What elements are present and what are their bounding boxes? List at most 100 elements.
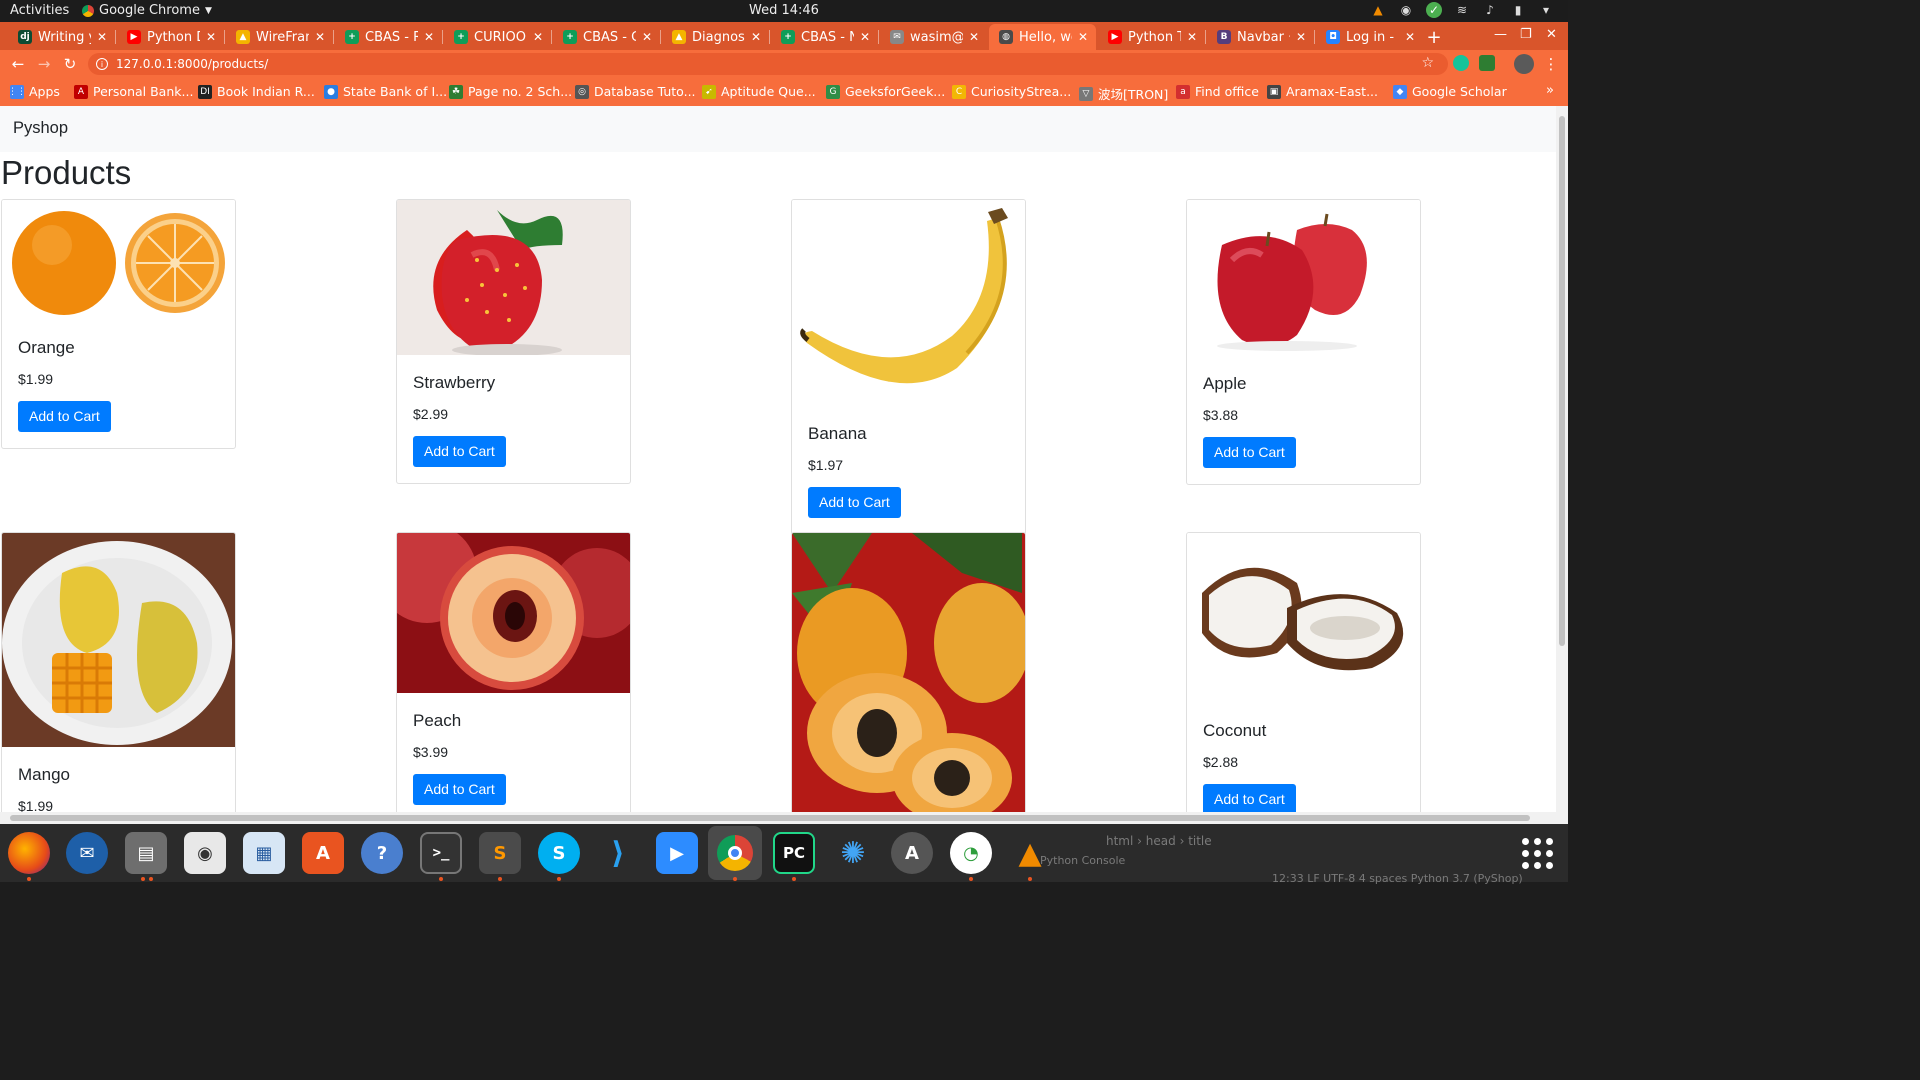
restore-button[interactable]: ❐ — [1520, 27, 1532, 42]
shield-extension-icon[interactable] — [1479, 55, 1495, 71]
rhythmbox-icon[interactable]: ◉ — [184, 832, 226, 874]
clock[interactable]: Wed 14:46 — [0, 3, 1568, 18]
skype-icon[interactable]: S — [538, 832, 580, 874]
grammarly-extension-icon[interactable] — [1453, 55, 1469, 71]
bookmark-star-icon[interactable]: ☆ — [1421, 55, 1434, 71]
update-manager-icon[interactable]: A — [891, 832, 933, 874]
show-applications-icon[interactable] — [1522, 838, 1554, 870]
app-menu[interactable]: Google Chrome ▼ — [82, 3, 212, 18]
bookmark-item[interactable]: ● State Bank of I... — [324, 84, 447, 99]
bookmark-item[interactable]: ◎ Database Tuto... — [575, 84, 696, 99]
browser-tab[interactable]: ◍ Hello, wor ✕ — [989, 24, 1096, 50]
back-button[interactable]: ← — [9, 55, 27, 73]
close-tab-icon[interactable]: ✕ — [640, 30, 654, 44]
info-icon[interactable]: i — [96, 58, 108, 70]
terminal-icon[interactable]: >_ — [420, 832, 462, 874]
url-text[interactable]: 127.0.0.1:8000/products/ — [116, 57, 268, 71]
help-icon[interactable]: ? — [361, 832, 403, 874]
horizontal-scrollbar[interactable] — [0, 812, 1556, 824]
close-tab-icon[interactable]: ✕ — [858, 30, 872, 44]
vlc-icon[interactable]: ▲ — [1009, 832, 1051, 874]
activities-button[interactable]: Activities — [10, 3, 69, 18]
browser-tab[interactable]: + CBAS - Ro ✕ — [335, 24, 442, 50]
minimize-button[interactable]: — — [1494, 27, 1507, 42]
volume-icon[interactable]: ♪ — [1482, 2, 1498, 18]
sublime-text-icon[interactable]: S — [479, 832, 521, 874]
bookmark-item[interactable]: ◆ Google Scholar — [1393, 84, 1507, 99]
browser-tab[interactable]: ◘ Log in - Bl ✕ — [1316, 24, 1423, 50]
new-tab-button[interactable]: + — [1424, 27, 1444, 48]
thunderbird-icon[interactable]: ✉ — [66, 832, 108, 874]
bookmark-item[interactable]: C CuriosityStrea... — [952, 84, 1071, 99]
battery-icon[interactable]: ▮ — [1510, 2, 1526, 18]
close-tab-icon[interactable]: ✕ — [1403, 30, 1417, 44]
close-tab-icon[interactable]: ✕ — [1076, 30, 1090, 44]
timeshift-icon[interactable]: ◔ — [950, 832, 992, 874]
browser-tab[interactable]: + CURIOO F ✕ — [444, 24, 551, 50]
zoom-icon[interactable]: ▶ — [656, 832, 698, 874]
check-icon[interactable]: ✓ — [1426, 2, 1442, 18]
vertical-scrollbar[interactable] — [1556, 106, 1568, 824]
add-to-cart-button[interactable]: Add to Cart — [413, 774, 506, 805]
browser-tab[interactable]: + CBAS - Go ✕ — [553, 24, 660, 50]
add-to-cart-button[interactable]: Add to Cart — [1203, 437, 1296, 468]
libreoffice-writer-icon[interactable]: ▦ — [243, 832, 285, 874]
browser-tab[interactable]: B Navbar · E ✕ — [1207, 24, 1314, 50]
pycharm-icon[interactable]: PC — [773, 832, 815, 874]
close-tab-icon[interactable]: ✕ — [531, 30, 545, 44]
close-tab-icon[interactable]: ✕ — [749, 30, 763, 44]
apps-shortcut[interactable]: ⋮⋮ Apps — [8, 84, 60, 99]
bookmark-item[interactable]: ☘ Page no. 2 Sch... — [449, 84, 572, 99]
close-tab-icon[interactable]: ✕ — [313, 30, 327, 44]
vscode-icon[interactable]: ⟩ — [597, 832, 639, 874]
bookmark-item[interactable]: a Find office — [1176, 84, 1259, 99]
close-tab-icon[interactable]: ✕ — [1185, 30, 1199, 44]
dock: html › head › title Python Console 12:33… — [0, 824, 1568, 885]
power-menu-icon[interactable]: ▾ — [1538, 2, 1554, 18]
browser-tab[interactable]: ✉ wasim@sc ✕ — [880, 24, 987, 50]
firefox-icon[interactable] — [8, 832, 50, 874]
files-icon[interactable]: ▤ — [125, 832, 167, 874]
close-tab-icon[interactable]: ✕ — [204, 30, 218, 44]
close-tab-icon[interactable]: ✕ — [95, 30, 109, 44]
bookmark-item[interactable]: A Personal Bank... — [74, 84, 193, 99]
browser-tab[interactable]: dj Writing yo ✕ — [8, 24, 115, 50]
add-to-cart-button[interactable]: Add to Cart — [18, 401, 111, 432]
software-center-icon[interactable]: A — [302, 832, 344, 874]
browser-tab[interactable]: ▶ Python Tu ✕ — [1098, 24, 1205, 50]
bookmark-item[interactable]: DI Book Indian R... — [198, 84, 315, 99]
vlc-tray-icon[interactable]: ▲ — [1370, 2, 1386, 18]
add-to-cart-button[interactable]: Add to Cart — [1203, 784, 1296, 815]
record-icon[interactable]: ◉ — [1398, 2, 1414, 18]
kebab-menu-icon[interactable]: ⋮ — [1542, 55, 1560, 73]
scrollbar-thumb[interactable] — [10, 815, 1530, 821]
chrome-dock-icon[interactable] — [708, 826, 762, 880]
kstars-icon[interactable]: ✺ — [832, 832, 874, 874]
bookmarks-overflow-icon[interactable]: » — [1546, 83, 1554, 98]
navbar-brand[interactable]: Pyshop — [13, 119, 68, 138]
add-to-cart-button[interactable]: Add to Cart — [413, 436, 506, 467]
close-tab-icon[interactable]: ✕ — [1294, 30, 1308, 44]
browser-tab[interactable]: ▲ WireFram ✕ — [226, 24, 333, 50]
wifi-icon[interactable]: ≋ — [1454, 2, 1470, 18]
bookmark-item[interactable]: ▽ 波场[TRON] — [1079, 84, 1168, 103]
browser-tab[interactable]: ▲ Diagnosti ✕ — [662, 24, 769, 50]
bookmark-item[interactable]: ▣ Aramax-East... — [1267, 84, 1378, 99]
close-tab-icon[interactable]: ✕ — [422, 30, 436, 44]
system-tray[interactable]: ▲ ◉ ✓ ≋ ♪ ▮ ▾ — [1370, 2, 1554, 18]
bookmark-label: GeeksforGeek... — [845, 84, 946, 99]
address-bar[interactable]: i 127.0.0.1:8000/products/ ☆ — [88, 53, 1448, 75]
forward-button[interactable]: → — [35, 55, 53, 73]
bookmark-item[interactable]: G GeeksforGeek... — [826, 84, 945, 99]
bookmark-item[interactable]: ➹ Aptitude Que... — [702, 84, 816, 99]
reload-button[interactable]: ↻ — [61, 55, 79, 73]
scrollbar-thumb[interactable] — [1559, 116, 1565, 646]
close-window-button[interactable]: ✕ — [1546, 27, 1557, 42]
browser-tab[interactable]: + CBAS - No ✕ — [771, 24, 878, 50]
profile-avatar[interactable] — [1514, 54, 1534, 74]
browser-tab[interactable]: ▶ Python Dj ✕ — [117, 24, 224, 50]
close-tab-icon[interactable]: ✕ — [967, 30, 981, 44]
add-to-cart-button[interactable]: Add to Cart — [808, 487, 901, 518]
bookmark-label: CuriosityStrea... — [971, 84, 1072, 99]
bookmark-label: Database Tuto... — [594, 84, 696, 99]
